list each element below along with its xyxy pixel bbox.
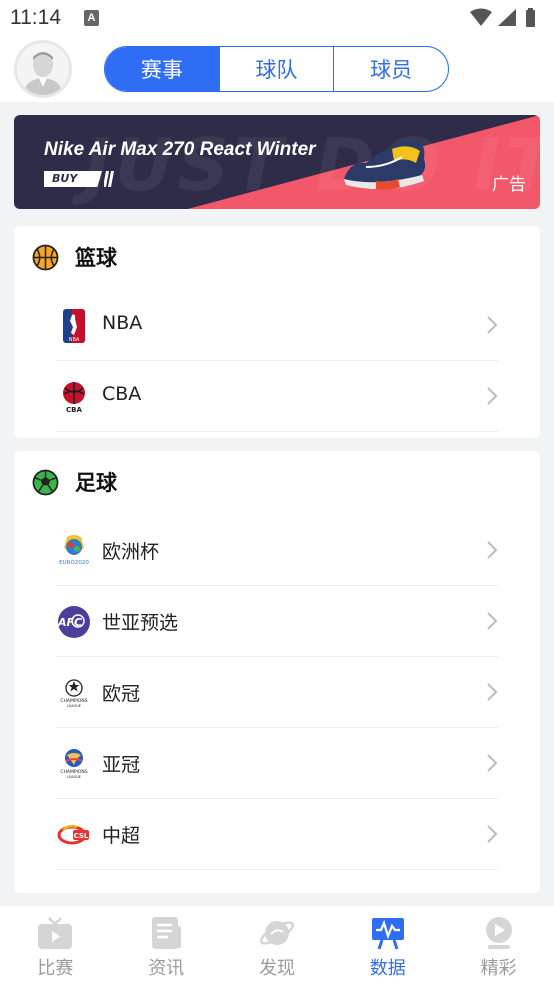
planet-icon	[259, 921, 295, 945]
list-item-cba[interactable]: CBA CBA	[56, 361, 498, 432]
football-title: 足球	[75, 471, 117, 495]
news-icon	[152, 917, 182, 949]
svg-text:CSL: CSL	[74, 832, 89, 840]
list-item-nba[interactable]: NBA NBA	[56, 290, 498, 361]
chevron-right-icon	[487, 612, 498, 630]
cba-logo: CBA	[56, 379, 92, 415]
play-icon	[485, 917, 512, 949]
ad-banner[interactable]: JUST DO IT Nike Air Max 270 React Winter…	[14, 115, 540, 209]
notification-icon: A	[84, 10, 99, 26]
list-item-euro[interactable]: EURO2020 欧洲杯	[56, 515, 498, 586]
chevron-right-icon	[487, 754, 498, 772]
chevron-right-icon	[487, 316, 498, 334]
nav-discover[interactable]: 发现	[222, 906, 333, 984]
chevron-right-icon	[487, 387, 498, 405]
euro-logo: EURO2020	[56, 533, 92, 569]
list-item-label: 亚冠	[102, 754, 141, 776]
avatar[interactable]	[14, 40, 72, 98]
bottom-nav: 比赛 资讯 发现 数据 精彩	[0, 906, 554, 984]
basketball-header: 篮球	[14, 226, 540, 290]
svg-text:AFC: AFC	[57, 616, 82, 629]
champions-league-logo: CHAMPIONS LEAGUE	[56, 675, 92, 711]
sneaker-image	[344, 139, 426, 190]
chevron-right-icon	[487, 825, 498, 843]
status-time: 11:14	[10, 6, 61, 29]
list-item-label: 世亚预选	[102, 612, 179, 634]
nav-label: 比赛	[37, 958, 74, 979]
data-chart-icon	[371, 918, 404, 950]
nav-data[interactable]: 数据	[332, 906, 443, 984]
banner-stripes-icon	[104, 171, 114, 187]
banner-watermark: JUST DO IT	[84, 123, 540, 207]
svg-text:EURO2020: EURO2020	[59, 560, 89, 566]
list-item-afc-qualifiers[interactable]: AFC 世亚预选	[56, 586, 498, 657]
svg-text:NBA: NBA	[69, 337, 80, 343]
list-item-afc-champions-league[interactable]: CHAMPIONS LEAGUE 亚冠	[56, 728, 498, 799]
svg-text:LEAGUE: LEAGUE	[67, 704, 81, 708]
nba-logo: NBA	[56, 308, 92, 344]
svg-text:CBA: CBA	[66, 406, 82, 414]
football-header: 足球	[14, 451, 540, 515]
signal-icon	[498, 9, 516, 26]
list-item-label: 欧冠	[102, 683, 141, 705]
top-header: 赛事 球队 球员	[0, 36, 554, 102]
football-icon	[32, 469, 59, 496]
nav-label: 数据	[369, 958, 406, 979]
list-item-label: NBA	[102, 312, 143, 334]
status-bar: 11:14 A	[0, 0, 554, 36]
csl-logo: CSL	[56, 817, 92, 853]
chevron-right-icon	[487, 683, 498, 701]
football-card: 足球 EURO2020 欧洲杯 AFC 世亚预选 CHAMPIONS LEAGU…	[14, 451, 540, 893]
ad-label: 广告	[492, 175, 526, 195]
nav-news[interactable]: 资讯	[111, 906, 222, 984]
tv-icon	[38, 917, 73, 949]
afc-champions-league-logo: CHAMPIONS LEAGUE	[56, 746, 92, 782]
tab-players[interactable]: 球员	[333, 47, 448, 91]
nav-label: 精彩	[480, 958, 517, 979]
nav-label: 资讯	[148, 958, 185, 979]
category-segment-control: 赛事 球队 球员	[104, 46, 449, 92]
battery-icon	[526, 8, 535, 27]
basketball-title: 篮球	[75, 246, 117, 270]
chevron-right-icon	[487, 541, 498, 559]
status-icons	[468, 8, 542, 28]
tab-events[interactable]: 赛事	[105, 47, 219, 91]
list-item-label: CBA	[102, 383, 142, 405]
tab-teams[interactable]: 球队	[218, 47, 334, 91]
list-item-label: 欧洲杯	[102, 541, 160, 563]
list-item-label: 中超	[102, 825, 141, 847]
nav-label: 发现	[258, 958, 295, 979]
list-item-champions-league[interactable]: CHAMPIONS LEAGUE 欧冠	[56, 657, 498, 728]
basketball-card: 篮球 NBA NBA CBA CBA	[14, 226, 540, 438]
nav-matches[interactable]: 比赛	[0, 906, 111, 984]
banner-title: Nike Air Max 270 React Winter	[44, 139, 316, 160]
wifi-icon	[470, 8, 492, 26]
svg-text:LEAGUE: LEAGUE	[67, 775, 81, 779]
afc-logo: AFC	[56, 604, 92, 640]
banner-buy-button[interactable]: BUY	[44, 171, 102, 187]
basketball-icon	[32, 244, 59, 271]
user-avatar-icon	[17, 43, 69, 95]
nav-highlights[interactable]: 精彩	[443, 906, 554, 984]
list-item-csl[interactable]: CSL 中超	[56, 799, 498, 870]
